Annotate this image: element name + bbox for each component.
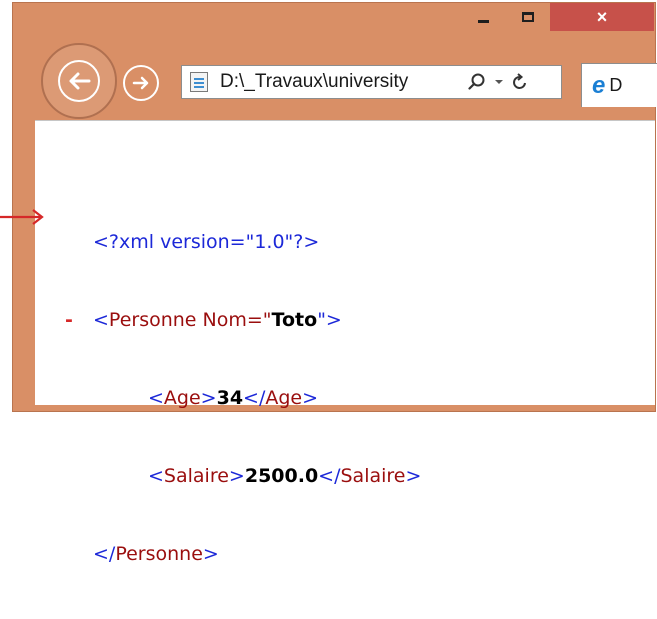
browser-window: × D:\_Travaux\university e D <?xml versi… xyxy=(12,2,657,565)
salary-close-tag: </Salaire> xyxy=(318,465,422,487)
maximize-icon xyxy=(522,12,534,22)
xml-document: <?xml version="1.0"?> - <Personne Nom="To… xyxy=(65,177,421,619)
page-content: <?xml version="1.0"?> - <Personne Nom="To… xyxy=(35,120,655,565)
tab-title: D xyxy=(609,75,623,95)
minimize-icon xyxy=(477,19,489,23)
refresh-icon[interactable] xyxy=(512,73,528,91)
address-bar[interactable]: D:\_Travaux\university xyxy=(181,65,562,99)
salary-value: 2500.0 xyxy=(244,465,319,487)
xml-root-open: - <Personne Nom="Toto"> xyxy=(65,307,421,333)
minimize-button[interactable] xyxy=(468,3,498,31)
root-close-tag: </Personne> xyxy=(93,543,219,565)
root-tag-open: <Personne xyxy=(93,309,197,331)
maximize-button[interactable] xyxy=(513,3,543,31)
back-arrow-icon xyxy=(58,60,100,102)
title-bar: × xyxy=(13,3,655,45)
xml-age-element: <Age>34</Age> xyxy=(93,385,421,411)
root-attr-value: Toto xyxy=(271,309,318,331)
forward-button[interactable] xyxy=(123,65,159,101)
chevron-down-icon[interactable] xyxy=(494,78,504,86)
annotation-arrow-icon xyxy=(0,209,44,225)
url-text[interactable]: D:\_Travaux\university xyxy=(220,71,460,93)
collapse-toggle[interactable]: - xyxy=(65,307,73,333)
back-button[interactable] xyxy=(41,43,117,119)
age-close-tag: </Age> xyxy=(243,387,319,409)
xml-root-close: </Personne> xyxy=(93,541,421,567)
search-icon[interactable] xyxy=(468,73,486,91)
close-button[interactable]: × xyxy=(550,3,654,31)
close-icon: × xyxy=(596,6,608,27)
salary-open-tag: <Salaire> xyxy=(148,465,245,487)
age-open-tag: <Age> xyxy=(148,387,217,409)
xml-salary-element: <Salaire>2500.0</Salaire> xyxy=(93,463,421,489)
root-attr-close: "> xyxy=(317,309,342,331)
tab[interactable]: e D xyxy=(581,63,657,107)
forward-arrow-icon xyxy=(132,76,149,90)
page-icon xyxy=(190,72,208,92)
root-attr-name: Nom=" xyxy=(196,309,272,331)
xml-declaration: <?xml version="1.0"?> xyxy=(93,231,320,253)
ie-icon: e xyxy=(592,71,606,99)
age-value: 34 xyxy=(216,387,244,409)
